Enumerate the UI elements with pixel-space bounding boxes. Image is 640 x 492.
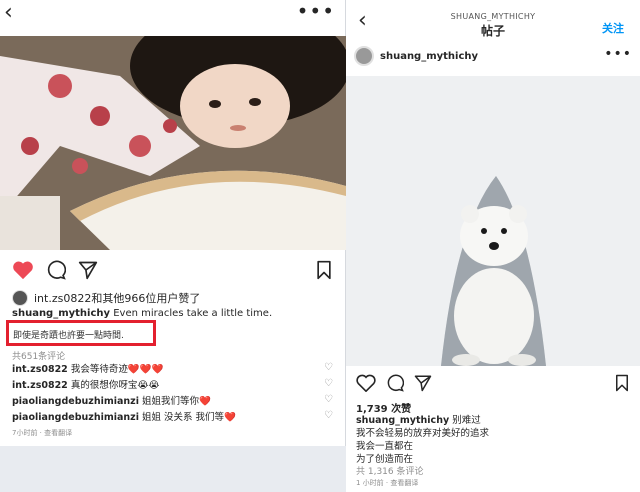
caption-username[interactable]: shuang_mythichy xyxy=(12,308,110,319)
comment-item: int.zs0822 我会等待奇迹❤️❤️❤️ ♡ xyxy=(12,361,333,377)
left-post-panel: ‹ ••• int.zs0822和其他966位用户赞了 shuang_mythi… xyxy=(0,0,346,492)
post-photo-girl[interactable] xyxy=(0,36,346,250)
share-icon[interactable] xyxy=(78,260,98,284)
photo-illustration xyxy=(346,76,640,366)
comment-text: 姐姐我们等你❤️ xyxy=(141,396,211,407)
bottom-filler xyxy=(0,446,346,492)
comment-username[interactable]: int.zs0822 xyxy=(12,380,68,391)
caption-line: 我会一直都在 xyxy=(356,441,414,452)
left-top-bar: ‹ ••• xyxy=(0,0,345,30)
comment-item: piaoliangdebuzhimianzi 姐姐我们等你❤️ ♡ xyxy=(12,393,333,409)
bookmark-icon[interactable] xyxy=(614,374,630,396)
comment-username[interactable]: int.zs0822 xyxy=(12,364,68,375)
comment-icon[interactable] xyxy=(386,374,405,396)
header-username: SHUANG_MYTHICHY xyxy=(450,12,536,21)
caption-line: 我不会轻易的放弃对美好的追求 xyxy=(356,428,490,439)
comment-username[interactable]: piaoliangdebuzhimianzi xyxy=(12,412,139,423)
post-timestamp[interactable]: 7小时前 · 查看翻译 xyxy=(12,428,72,438)
comment-count[interactable]: 共 1,316 条评论 xyxy=(356,464,424,477)
comment-list: int.zs0822 我会等待奇迹❤️❤️❤️ ♡ int.zs0822 真的很… xyxy=(12,361,333,425)
bookmark-icon[interactable] xyxy=(315,260,333,284)
comment-text: 真的很想你呀宝😭😭 xyxy=(70,380,160,391)
follow-button[interactable]: 关注 xyxy=(602,20,624,36)
share-icon[interactable] xyxy=(414,374,432,396)
comment-username[interactable]: piaoliangdebuzhimianzi xyxy=(12,396,139,407)
comment-like-icon[interactable]: ♡ xyxy=(324,378,333,389)
right-action-bar xyxy=(356,374,630,396)
more-options-icon[interactable]: ••• xyxy=(604,46,632,62)
more-options-icon[interactable]: ••• xyxy=(297,0,335,22)
caption-line: 别难过 xyxy=(452,415,481,426)
caption-chinese-text: 即使是奇蹟也許要一點時間. xyxy=(13,331,124,341)
like-heart-icon[interactable] xyxy=(12,260,34,284)
comment-like-icon[interactable]: ♡ xyxy=(324,362,333,373)
post-caption: shuang_mythichy Even miracles take a lit… xyxy=(12,308,272,319)
post-timestamp[interactable]: 1 小时前 · 查看翻译 xyxy=(356,478,418,488)
post-author-row: shuang_mythichy ••• xyxy=(354,44,632,68)
comment-item: int.zs0822 真的很想你呀宝😭😭 ♡ xyxy=(12,377,333,393)
likes-text[interactable]: int.zs0822和其他966位用户赞了 xyxy=(34,290,200,306)
post-header: ‹ SHUANG_MYTHICHY 帖子 关注 xyxy=(346,0,640,42)
avatar[interactable] xyxy=(12,290,28,306)
comment-text: 我会等待奇迹❤️❤️❤️ xyxy=(70,364,164,375)
back-icon[interactable]: ‹ xyxy=(4,2,13,24)
post-photo-polar-bear[interactable] xyxy=(346,76,640,366)
comment-item: piaoliangdebuzhimianzi 姐姐 没关系 我们等❤️ ♡ xyxy=(12,409,333,425)
comment-like-icon[interactable]: ♡ xyxy=(324,410,333,421)
likes-summary: int.zs0822和其他966位用户赞了 xyxy=(12,290,200,306)
caption-username[interactable]: shuang_mythichy xyxy=(356,415,449,426)
comment-icon[interactable] xyxy=(46,260,67,284)
photo-illustration xyxy=(0,36,346,250)
post-username[interactable]: shuang_mythichy xyxy=(380,51,478,62)
like-heart-icon[interactable] xyxy=(356,374,376,396)
comment-like-icon[interactable]: ♡ xyxy=(324,394,333,405)
right-post-panel: ‹ SHUANG_MYTHICHY 帖子 关注 shuang_mythichy … xyxy=(346,0,640,492)
post-caption: shuang_mythichy 别难过 我不会轻易的放弃对美好的追求 我会一直都… xyxy=(356,414,489,466)
left-action-bar xyxy=(12,260,333,284)
comment-text: 姐姐 没关系 我们等❤️ xyxy=(141,412,236,423)
page-title: 帖子 xyxy=(480,24,505,38)
caption-text: Even miracles take a little time. xyxy=(113,308,273,319)
likes-count[interactable]: 1,739 次赞 xyxy=(356,400,411,415)
avatar[interactable] xyxy=(354,46,374,66)
